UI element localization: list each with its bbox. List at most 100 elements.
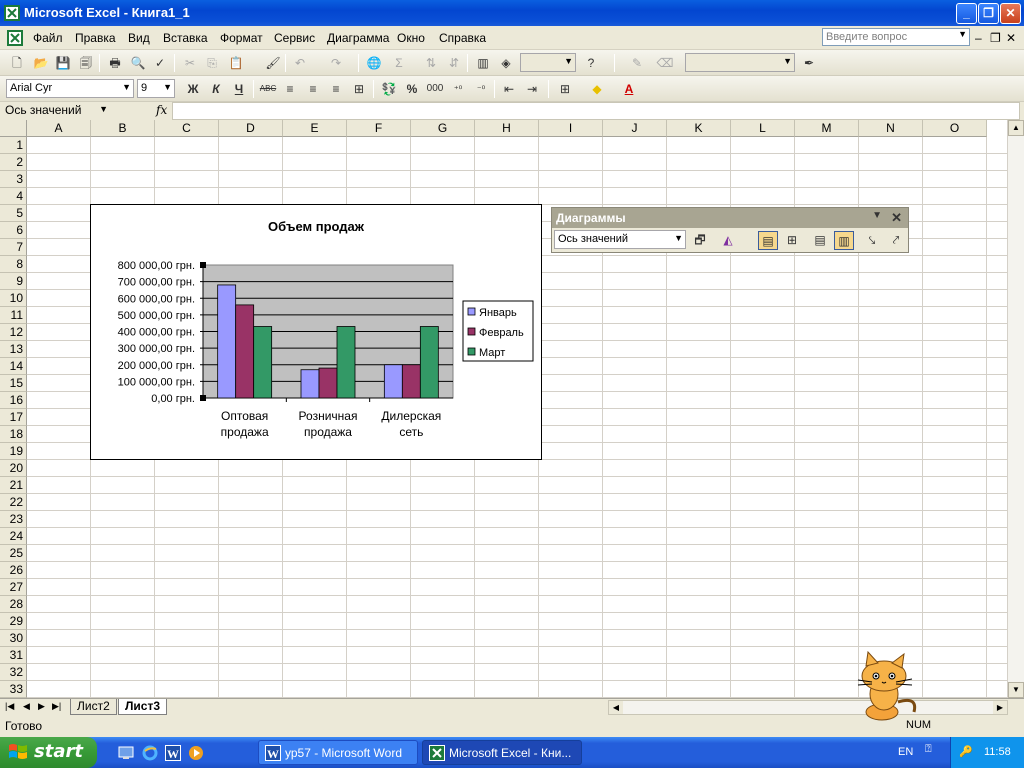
save-icon[interactable]: 💾 [54,54,72,72]
next-sheet-icon[interactable]: ▶ [38,701,45,712]
row-header-15[interactable]: 15 [0,375,27,392]
language-indicator[interactable]: EN [898,746,913,758]
row-header-8[interactable]: 8 [0,256,27,273]
pen-icon[interactable]: ✎ [628,54,646,72]
ask-question-input[interactable]: Введите вопрос ▼ [822,28,970,46]
underline-button[interactable]: Ч [230,80,248,98]
row-header-33[interactable]: 33 [0,681,27,698]
menu-insert[interactable]: Вставка [163,31,208,45]
column-header-o[interactable]: O [923,120,987,137]
fx-icon[interactable]: fx [156,103,167,117]
media-player-icon[interactable] [188,745,204,761]
row-header-19[interactable]: 19 [0,443,27,460]
angle-text-up-icon[interactable]: ⤤ [886,231,906,250]
column-header-e[interactable]: E [283,120,347,137]
row-header-13[interactable]: 13 [0,341,27,358]
sheet-tab-list3[interactable]: Лист3 [118,699,168,715]
horizontal-scrollbar[interactable]: ◀ ▶ [608,700,1008,715]
align-left-icon[interactable]: ≡ [281,80,299,98]
desktop-icon[interactable] [118,745,134,761]
row-header-16[interactable]: 16 [0,392,27,409]
paste-icon[interactable]: 📋 [227,54,245,72]
sort-desc-icon[interactable]: ⇵ [445,54,463,72]
permission-icon[interactable]: 🗐 [77,54,95,72]
menu-view[interactable]: Вид [128,31,150,45]
column-header-n[interactable]: N [859,120,923,137]
column-header-j[interactable]: J [603,120,667,137]
row-header-26[interactable]: 26 [0,562,27,579]
sheet-tab-list2[interactable]: Лист2 [70,699,117,715]
cut-icon[interactable]: ✂ [181,54,199,72]
internet-explorer-icon[interactable] [142,745,158,761]
bold-button[interactable]: Ж [184,80,202,98]
font-size-combo[interactable]: 9 ▼ [137,79,175,98]
menu-edit[interactable]: Правка [75,31,116,45]
row-header-25[interactable]: 25 [0,545,27,562]
prev-sheet-icon[interactable]: ◀ [23,701,30,712]
column-header-m[interactable]: M [795,120,859,137]
scroll-down-icon[interactable]: ▼ [1008,682,1024,698]
new-icon[interactable]: 🗋 [8,54,26,72]
sort-asc-icon[interactable]: ⇅ [422,54,440,72]
row-header-9[interactable]: 9 [0,273,27,290]
menu-tools[interactable]: Сервис [274,31,315,45]
italic-button[interactable]: К [207,80,225,98]
row-header-21[interactable]: 21 [0,477,27,494]
row-header-18[interactable]: 18 [0,426,27,443]
line-color-icon[interactable]: ✒ [800,54,818,72]
column-header-i[interactable]: I [539,120,603,137]
row-header-22[interactable]: 22 [0,494,27,511]
first-sheet-icon[interactable]: |◀ [5,701,14,712]
workbook-icon[interactable] [6,29,24,47]
menu-help[interactable]: Справка [439,31,486,45]
column-header-l[interactable]: L [731,120,795,137]
percent-button[interactable]: % [403,80,421,98]
doc-close-button[interactable]: ✕ [1006,31,1016,45]
input-method-icon[interactable]: ⍰ [925,743,932,756]
thousands-button[interactable]: 000 [426,80,444,98]
format-axis-icon[interactable]: 🗗 [690,231,710,250]
legend-icon[interactable]: ▤ [758,231,778,250]
chart-toolbar-title[interactable]: Диаграммы ▼ ✕ [552,208,908,228]
by-column-icon[interactable]: ▥ [834,231,854,250]
open-icon[interactable]: 📂 [32,54,50,72]
chart-wizard-icon[interactable]: ▥ [474,54,492,72]
font-color-icon[interactable]: A [620,80,638,98]
strikethrough-icon[interactable]: ABC [259,80,277,98]
autosum-icon[interactable]: Σ [390,54,408,72]
row-header-4[interactable]: 4 [0,188,27,205]
menu-window[interactable]: Окно [397,31,425,45]
scroll-up-icon[interactable]: ▲ [1008,120,1024,136]
menu-chart[interactable]: Диаграмма [327,31,389,45]
help-icon[interactable]: ? [582,54,600,72]
row-header-6[interactable]: 6 [0,222,27,239]
currency-icon[interactable]: 💱 [380,80,398,98]
column-header-k[interactable]: K [667,120,731,137]
row-header-5[interactable]: 5 [0,205,27,222]
zoom-combo[interactable]: ▼ [520,53,576,72]
office-assistant-cat-icon[interactable] [838,650,930,722]
fill-color-icon[interactable]: ◆ [588,80,606,98]
formula-input[interactable] [172,102,1020,120]
chevron-down-icon[interactable]: ▼ [872,210,882,221]
angle-text-down-icon[interactable]: ⤥ [862,231,882,250]
row-header-3[interactable]: 3 [0,171,27,188]
row-header-1[interactable]: 1 [0,137,27,154]
vertical-scrollbar[interactable]: ▲ ▼ [1007,120,1024,698]
row-header-24[interactable]: 24 [0,528,27,545]
scroll-right-icon[interactable]: ▶ [993,701,1007,714]
format-painter-icon[interactable]: 🖌 [264,54,282,72]
column-header-d[interactable]: D [219,120,283,137]
taskbar-word-task[interactable]: W ур57 - Microsoft Word [258,740,418,765]
start-button[interactable]: start [0,737,97,768]
row-header-11[interactable]: 11 [0,307,27,324]
print-icon[interactable]: 🖶 [106,54,124,72]
last-sheet-icon[interactable]: ▶| [52,701,61,712]
row-header-29[interactable]: 29 [0,613,27,630]
column-header-g[interactable]: G [411,120,475,137]
row-header-12[interactable]: 12 [0,324,27,341]
by-row-icon[interactable]: ▤ [810,231,830,250]
chart-object-combo[interactable]: Ось значений ▼ [554,230,686,249]
minimize-button[interactable]: _ [956,3,977,24]
row-header-31[interactable]: 31 [0,647,27,664]
